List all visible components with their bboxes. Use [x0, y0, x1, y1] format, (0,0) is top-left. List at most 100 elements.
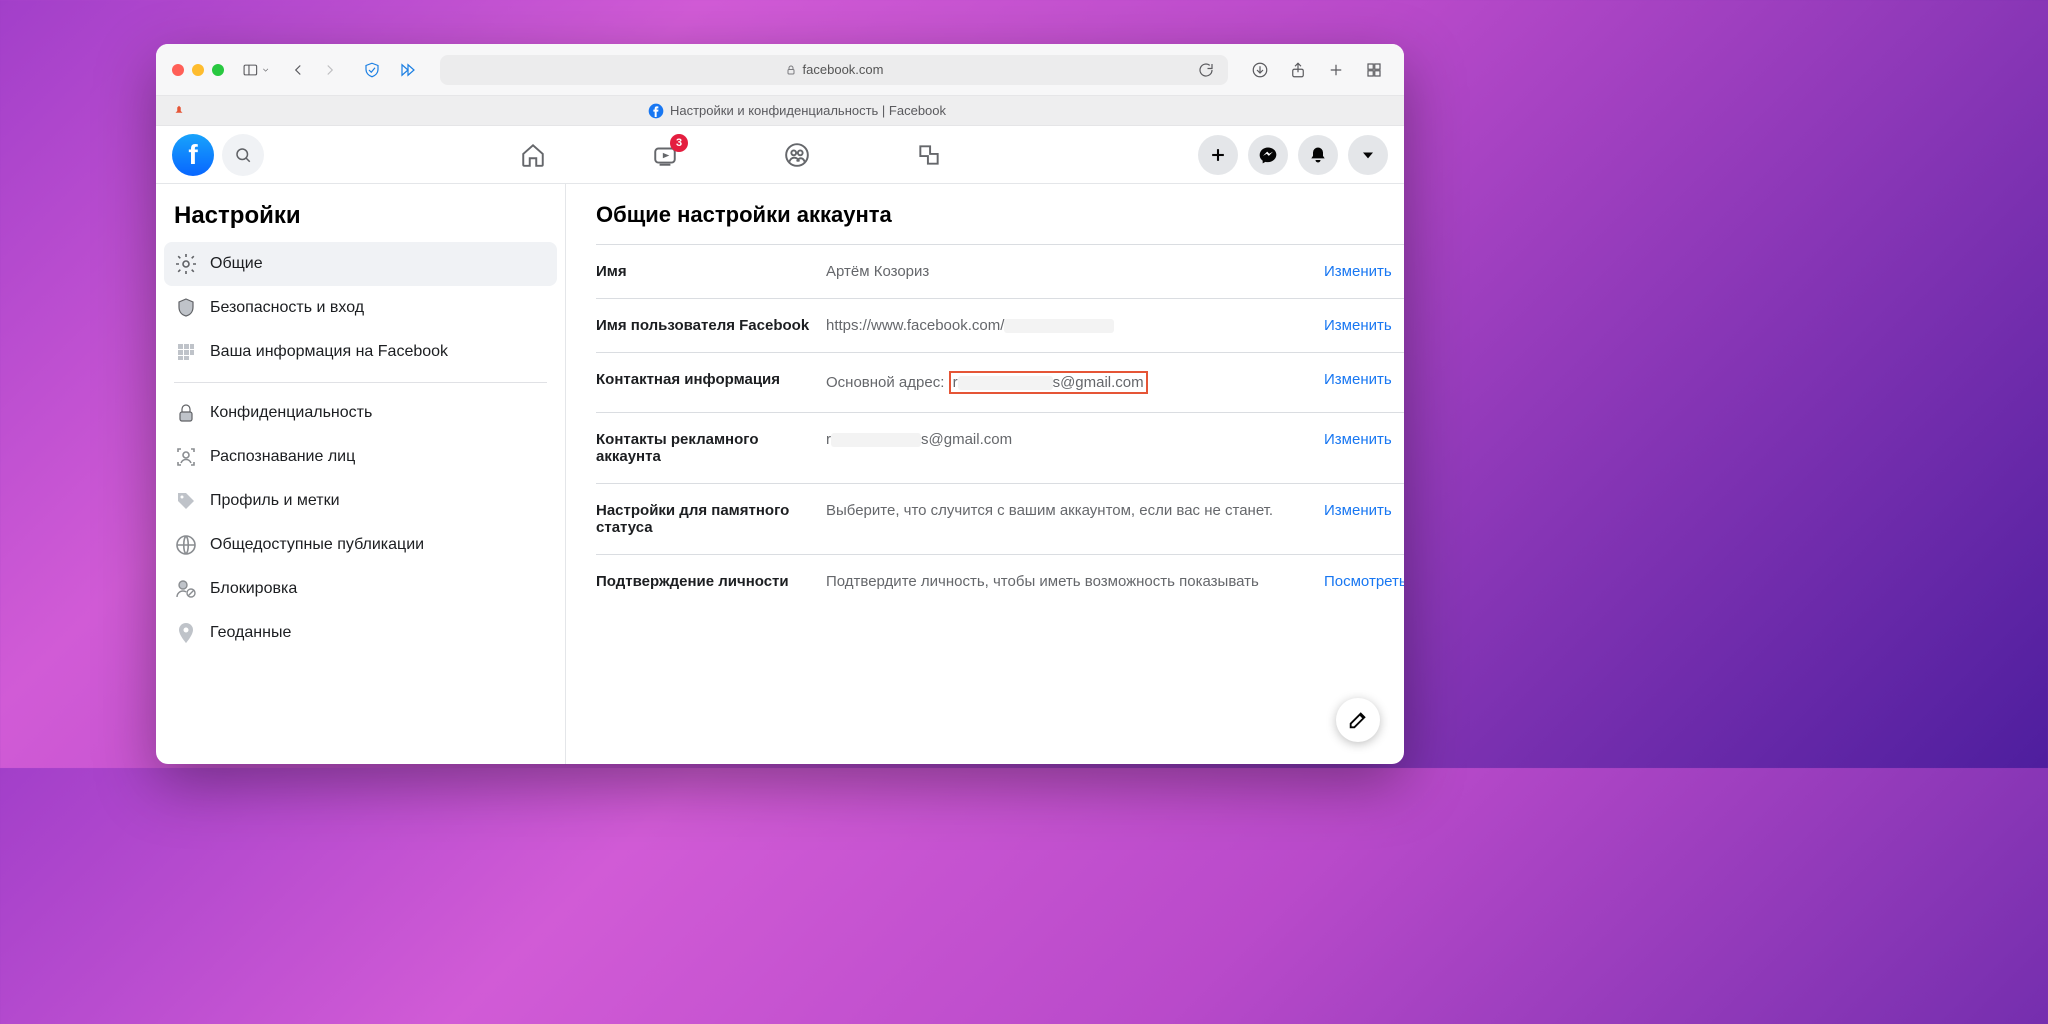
video-badge: 3	[670, 134, 688, 152]
row-value: Выберите, что случится с вашим аккаунтом…	[826, 502, 1324, 536]
url-text: facebook.com	[803, 62, 884, 77]
pinned-tab[interactable]	[162, 96, 196, 125]
sidebar-toggle-button[interactable]	[242, 56, 270, 84]
tag-icon	[174, 489, 198, 513]
facebook-topbar: f 3	[156, 126, 1404, 184]
edit-link[interactable]: Изменить	[1324, 371, 1404, 394]
sidebar-title: Настройки	[164, 198, 557, 242]
nav-arrows	[284, 56, 344, 84]
topnav-center: 3	[264, 134, 1198, 176]
content-title: Общие настройки аккаунта	[596, 202, 1404, 245]
row-value: rs@gmail.com	[826, 431, 1324, 465]
sidebar-item-label: Распознавание лиц	[210, 448, 355, 466]
sidebar-item-blocking[interactable]: Блокировка	[164, 567, 557, 611]
sidebar-item-security[interactable]: Безопасность и вход	[164, 286, 557, 330]
sidebar-item-general[interactable]: Общие	[164, 242, 557, 286]
edit-link[interactable]: Изменить	[1324, 502, 1404, 536]
settings-content: Общие настройки аккаунта Имя Артём Козор…	[566, 184, 1404, 764]
redacted	[1004, 319, 1114, 333]
grid-icon	[174, 340, 198, 364]
row-username: Имя пользователя Facebook https://www.fa…	[596, 299, 1404, 353]
block-icon	[174, 577, 198, 601]
sidebar-item-publicposts[interactable]: Общедоступные публикации	[164, 523, 557, 567]
shield-icon	[174, 296, 198, 320]
settings-split: Настройки Общие Безопасность и вход Ваша…	[156, 184, 1404, 764]
view-link[interactable]: Посмотреть	[1324, 573, 1404, 590]
window-controls	[172, 64, 224, 76]
row-value: Артём Козориз	[826, 263, 1324, 280]
share-button[interactable]	[1284, 56, 1312, 84]
sidebar-item-label: Конфиденциальность	[210, 404, 372, 422]
minimize-window-button[interactable]	[192, 64, 204, 76]
row-label: Настройки для памятного статуса	[596, 502, 826, 536]
row-label: Контактная информация	[596, 371, 826, 394]
location-icon	[174, 621, 198, 645]
face-icon	[174, 445, 198, 469]
create-button[interactable]	[1198, 135, 1238, 175]
separator	[174, 382, 547, 383]
tab-title: Настройки и конфиденциальность | Faceboo…	[670, 103, 946, 118]
row-value: Подтвердите личность, чтобы иметь возмож…	[826, 573, 1324, 590]
compose-icon	[1347, 709, 1369, 731]
search-icon	[234, 146, 252, 164]
sidebar-item-location[interactable]: Геоданные	[164, 611, 557, 655]
sidebar-item-label: Ваша информация на Facebook	[210, 343, 448, 361]
row-contact: Контактная информация Основной адрес: rs…	[596, 353, 1404, 413]
sidebar-item-privacy[interactable]: Конфиденциальность	[164, 391, 557, 435]
address-bar[interactable]: facebook.com	[440, 55, 1228, 85]
active-tab[interactable]: Настройки и конфиденциальность | Faceboo…	[196, 103, 1398, 119]
nav-gaming[interactable]	[908, 134, 950, 176]
nav-groups[interactable]	[776, 134, 818, 176]
shield-icon[interactable]	[358, 56, 386, 84]
globe-icon	[174, 533, 198, 557]
facebook-icon	[648, 103, 664, 119]
back-button[interactable]	[284, 56, 312, 84]
row-label: Имя пользователя Facebook	[596, 317, 826, 334]
nav-home[interactable]	[512, 134, 554, 176]
notifications-button[interactable]	[1298, 135, 1338, 175]
row-label: Имя	[596, 263, 826, 280]
edit-link[interactable]: Изменить	[1324, 263, 1404, 280]
sidebar-item-yourinfo[interactable]: Ваша информация на Facebook	[164, 330, 557, 374]
compose-fab[interactable]	[1336, 698, 1380, 742]
fullscreen-window-button[interactable]	[212, 64, 224, 76]
lock-icon	[785, 64, 797, 76]
sidebar-item-label: Геоданные	[210, 624, 291, 642]
edit-link[interactable]: Изменить	[1324, 317, 1404, 334]
forward-button[interactable]	[316, 56, 344, 84]
fast-forward-icon[interactable]	[394, 56, 422, 84]
row-name: Имя Артём Козориз Изменить	[596, 245, 1404, 299]
refresh-button[interactable]	[1192, 56, 1220, 84]
tabstrip: Настройки и конфиденциальность | Faceboo…	[156, 96, 1404, 126]
topnav-right	[1198, 135, 1388, 175]
messenger-button[interactable]	[1248, 135, 1288, 175]
lock-icon	[174, 401, 198, 425]
sidebar-item-label: Безопасность и вход	[210, 299, 364, 317]
account-menu-button[interactable]	[1348, 135, 1388, 175]
edit-link[interactable]: Изменить	[1324, 431, 1404, 465]
row-memorial: Настройки для памятного статуса Выберите…	[596, 484, 1404, 555]
toolbar-right	[1246, 56, 1388, 84]
sidebar-item-label: Общедоступные публикации	[210, 536, 424, 554]
sidebar-item-profiletags[interactable]: Профиль и метки	[164, 479, 557, 523]
downloads-button[interactable]	[1246, 56, 1274, 84]
redacted	[831, 433, 921, 447]
browser-toolbar: facebook.com	[156, 44, 1404, 96]
close-window-button[interactable]	[172, 64, 184, 76]
row-value: https://www.facebook.com/	[826, 317, 1324, 334]
sidebar-item-face[interactable]: Распознавание лиц	[164, 435, 557, 479]
redacted	[958, 376, 1053, 390]
sidebar-item-label: Общие	[210, 255, 263, 273]
row-adcontact: Контакты рекламного аккаунта rs@gmail.co…	[596, 413, 1404, 484]
highlighted-email: rs@gmail.com	[949, 371, 1148, 394]
row-value: Основной адрес: rs@gmail.com	[826, 371, 1324, 394]
nav-video[interactable]: 3	[644, 134, 686, 176]
gear-icon	[174, 252, 198, 276]
row-label: Подтверждение личности	[596, 573, 826, 590]
facebook-logo[interactable]: f	[172, 134, 214, 176]
sidebar-item-label: Профиль и метки	[210, 492, 340, 510]
search-button[interactable]	[222, 134, 264, 176]
new-tab-button[interactable]	[1322, 56, 1350, 84]
sidebar-item-label: Блокировка	[210, 580, 297, 598]
tab-overview-button[interactable]	[1360, 56, 1388, 84]
